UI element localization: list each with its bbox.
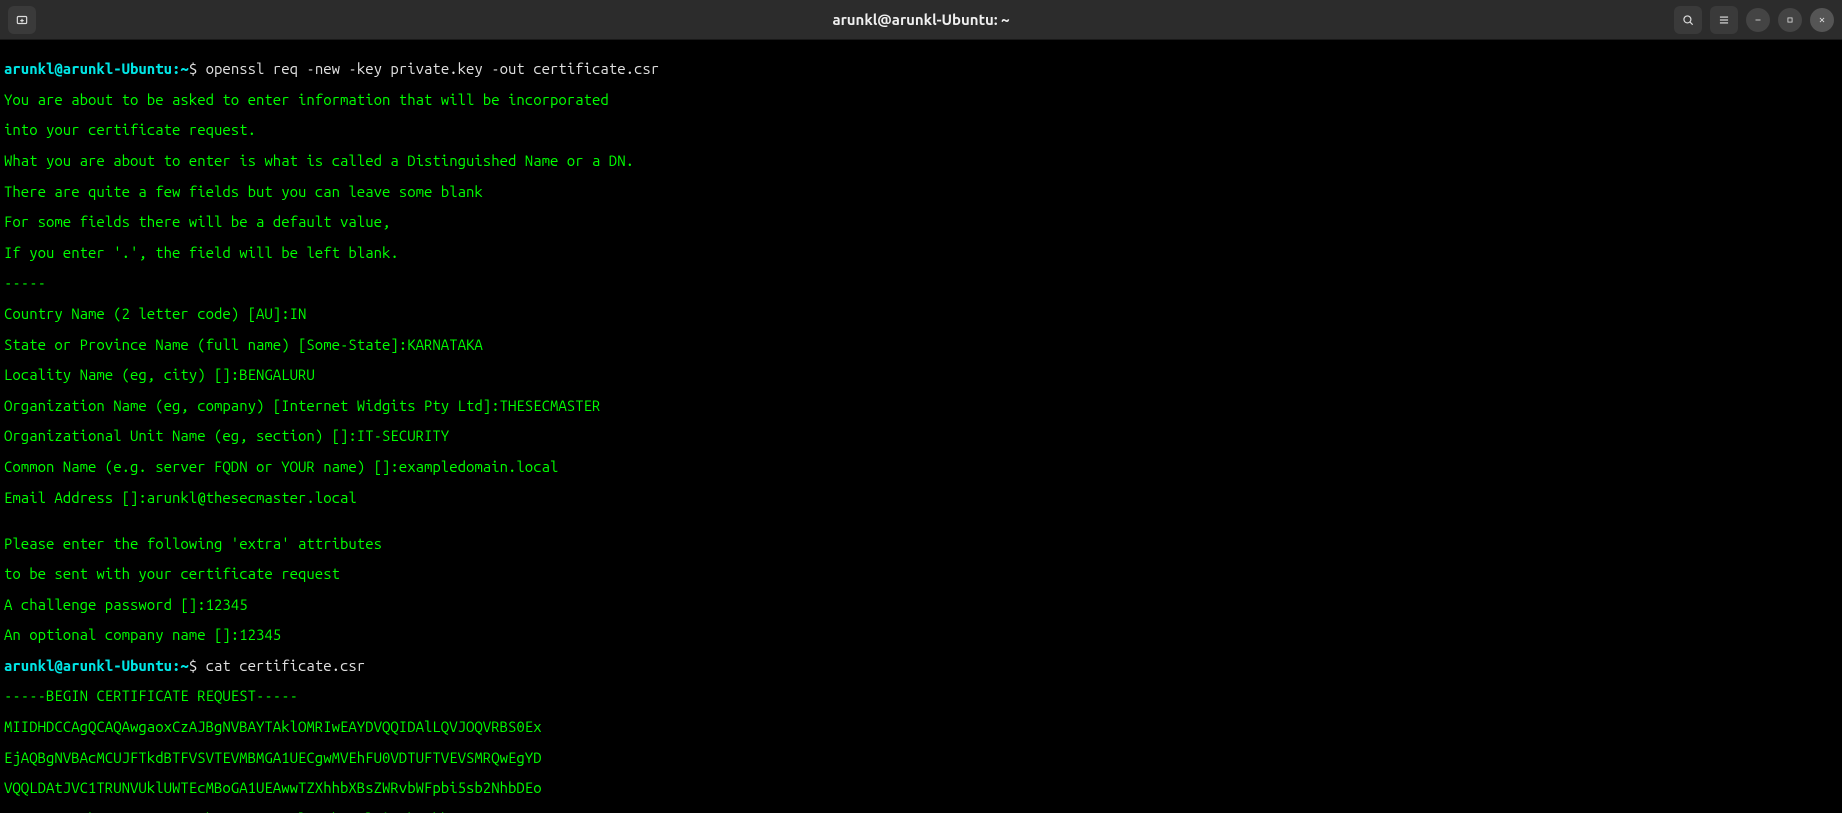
- search-button[interactable]: [1674, 6, 1702, 34]
- new-tab-button[interactable]: [8, 6, 36, 34]
- titlebar: arunkl@arunkl-Ubuntu: ~: [0, 0, 1842, 40]
- csr-line: -----BEGIN CERTIFICATE REQUEST-----: [4, 688, 1838, 703]
- prompt-path: ~: [180, 657, 188, 674]
- output-line: Common Name (e.g. server FQDN or YOUR na…: [4, 459, 1838, 474]
- output-line: A challenge password []:12345: [4, 597, 1838, 612]
- terminal-output[interactable]: arunkl@arunkl-Ubuntu:~$ openssl req -new…: [0, 40, 1842, 813]
- output-line: -----: [4, 275, 1838, 290]
- command-text: cat certificate.csr: [197, 657, 365, 674]
- prompt-dollar: $: [189, 657, 197, 674]
- output-line: to be sent with your certificate request: [4, 566, 1838, 581]
- output-line: Please enter the following 'extra' attri…: [4, 536, 1838, 551]
- prompt-line: arunkl@arunkl-Ubuntu:~$ openssl req -new…: [4, 61, 1838, 76]
- prompt-user: arunkl@arunkl-Ubuntu: [4, 60, 172, 77]
- output-line: Organizational Unit Name (eg, section) […: [4, 428, 1838, 443]
- csr-line: EjAQBgNVBAcMCUJFTkdBTFVSVTEVMBMGA1UECgwM…: [4, 750, 1838, 765]
- csr-line: MIIDHDCCAgQCAQAwgaoxCzAJBgNVBAYTAklOMRIw…: [4, 719, 1838, 734]
- prompt-line: arunkl@arunkl-Ubuntu:~$ cat certificate.…: [4, 658, 1838, 673]
- minimize-button[interactable]: [1746, 8, 1770, 32]
- maximize-button[interactable]: [1778, 8, 1802, 32]
- output-line: Email Address []:arunkl@thesecmaster.loc…: [4, 490, 1838, 505]
- output-line: An optional company name []:12345: [4, 627, 1838, 642]
- close-button[interactable]: [1810, 8, 1834, 32]
- output-line: There are quite a few fields but you can…: [4, 184, 1838, 199]
- output-line: For some fields there will be a default …: [4, 214, 1838, 229]
- output-line: Locality Name (eg, city) []:BENGALURU: [4, 367, 1838, 382]
- window-title: arunkl@arunkl-Ubuntu: ~: [832, 11, 1009, 28]
- output-line: Country Name (2 letter code) [AU]:IN: [4, 306, 1838, 321]
- command-text: openssl req -new -key private.key -out c…: [197, 60, 659, 77]
- output-line: Organization Name (eg, company) [Interne…: [4, 398, 1838, 413]
- csr-line: VQQLDAtJVC1TRUNVUklUWTEcMBoGA1UEAwwTZXhh…: [4, 780, 1838, 795]
- prompt-path: ~: [180, 60, 188, 77]
- prompt-dollar: $: [189, 60, 197, 77]
- menu-button[interactable]: [1710, 6, 1738, 34]
- output-line: into your certificate request.: [4, 122, 1838, 137]
- output-line: State or Province Name (full name) [Some…: [4, 337, 1838, 352]
- output-line: You are about to be asked to enter infor…: [4, 92, 1838, 107]
- prompt-user: arunkl@arunkl-Ubuntu: [4, 657, 172, 674]
- output-line: What you are about to enter is what is c…: [4, 153, 1838, 168]
- output-line: If you enter '.', the field will be left…: [4, 245, 1838, 260]
